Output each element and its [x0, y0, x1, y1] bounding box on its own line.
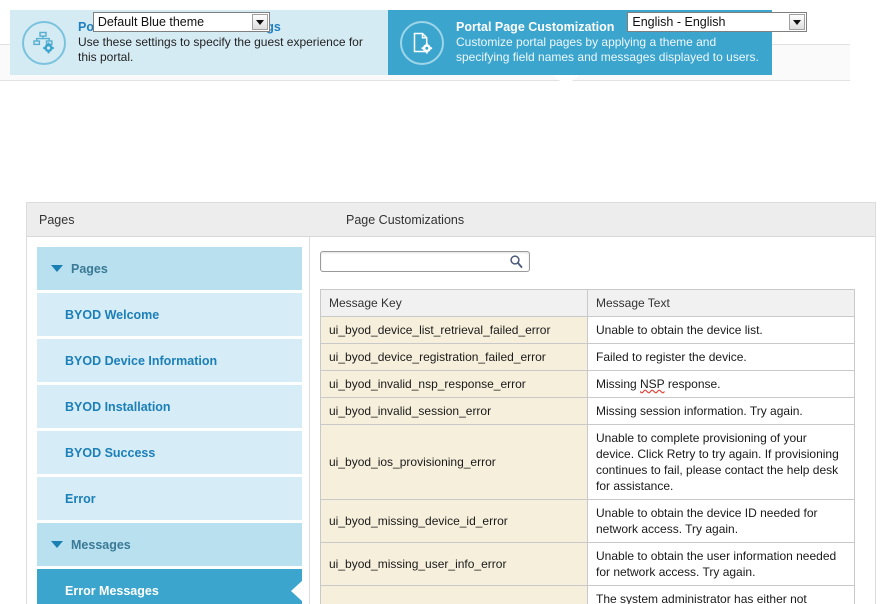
column-header-message-key[interactable]: Message Key	[320, 289, 588, 317]
search-icon[interactable]	[509, 254, 524, 274]
column-header-message-text[interactable]: Message Text	[587, 289, 855, 317]
search-box[interactable]	[320, 251, 530, 272]
active-tab-pointer	[553, 75, 579, 86]
sidebar-item-label: BYOD Welcome	[65, 307, 160, 322]
chevron-down-icon	[51, 541, 63, 548]
cell-message-key[interactable]: ui_byod_ios_provisioning_error	[320, 424, 588, 500]
pages-column-header: Pages	[39, 212, 75, 227]
table-row[interactable]: ui_byod_missing_user_info_error Unable t…	[320, 542, 855, 586]
table-row[interactable]: ui_byod_ios_provisioning_error Unable to…	[320, 424, 855, 500]
selected-item-pointer	[291, 580, 303, 602]
table-row[interactable]: ui_byod_device_registration_failed_error…	[320, 343, 855, 371]
sidebar-item-byod-installation[interactable]: BYOD Installation	[37, 385, 302, 428]
table-row[interactable]: ui_byod_missing_device_id_error Unable t…	[320, 499, 855, 543]
sidebar-item-label: BYOD Device Information	[65, 353, 218, 368]
page-customizations-column-header: Page Customizations	[346, 212, 465, 227]
chevron-down-icon[interactable]	[251, 14, 268, 30]
cell-message-text[interactable]: Missing NSP response.	[587, 370, 855, 398]
portal-page-customization-screen: Portal Behavior and Flow Settings Use th…	[0, 0, 882, 604]
flowchart-gear-icon	[22, 21, 66, 65]
sidebar-item-error-messages[interactable]: Error Messages	[37, 569, 303, 604]
sidebar-item-pages[interactable]: Pages	[37, 247, 302, 290]
table-row[interactable]: ui_byod_invalid_nsp_response_error Missi…	[320, 370, 855, 398]
portal-theme-select[interactable]: Default Blue theme	[92, 12, 270, 32]
document-gear-icon	[400, 21, 444, 65]
tab-description: Customize portal pages by applying a the…	[456, 35, 759, 64]
sidebar-item-messages[interactable]: Messages	[37, 523, 302, 566]
sidebar-item-error[interactable]: Error	[37, 477, 302, 520]
chevron-down-icon[interactable]	[789, 14, 806, 30]
cell-message-text[interactable]: Unable to complete provisioning of your …	[587, 424, 855, 500]
search-input[interactable]	[321, 252, 529, 271]
tab-description: Use these settings to specify the guest …	[78, 35, 363, 64]
sidebar-item-label: Error Messages	[65, 583, 159, 598]
chevron-down-icon	[51, 265, 63, 272]
column-headers: Pages Page Customizations	[27, 203, 875, 237]
table-row[interactable]: ui_byod_no_policy_error The system admin…	[320, 585, 855, 604]
cell-message-key[interactable]: ui_byod_missing_device_id_error	[320, 499, 588, 543]
cell-message-text[interactable]: Unable to obtain the device list.	[587, 316, 855, 344]
sidebar-item-label: BYOD Success	[65, 445, 156, 460]
table-row[interactable]: ui_byod_device_list_retrieval_failed_err…	[320, 316, 855, 344]
view-in-language-value: English - English	[632, 15, 726, 29]
cell-message-key[interactable]: ui_byod_invalid_session_error	[320, 397, 588, 425]
table-header-row: Message Key Message Text	[320, 289, 855, 317]
message-table: Message Key Message Text ui_byod_device_…	[320, 289, 855, 604]
sidebar-item-byod-success[interactable]: BYOD Success	[37, 431, 302, 474]
sidebar-item-label: Pages	[71, 261, 108, 276]
customization-content-area: Pages Page Customizations Pages BYOD Wel…	[26, 202, 876, 604]
cell-message-text[interactable]: Failed to register the device.	[587, 343, 855, 371]
view-in-language-select[interactable]: English - English	[627, 12, 808, 32]
cell-message-key[interactable]: ui_byod_device_registration_failed_error	[320, 343, 588, 371]
cell-message-text[interactable]: The system administrator has either not …	[587, 585, 855, 604]
sidebar-item-byod-welcome[interactable]: BYOD Welcome	[37, 293, 302, 336]
table-row[interactable]: ui_byod_invalid_session_error Missing se…	[320, 397, 855, 425]
cell-message-text[interactable]: Unable to obtain the device ID needed fo…	[587, 499, 855, 543]
sidebar-item-label: BYOD Installation	[65, 399, 171, 414]
cell-message-key[interactable]: ui_byod_invalid_nsp_response_error	[320, 370, 588, 398]
sidebar-item-byod-device-information[interactable]: BYOD Device Information	[37, 339, 302, 382]
portal-theme-value: Default Blue theme	[97, 15, 205, 29]
cell-message-key[interactable]: ui_byod_missing_user_info_error	[320, 542, 588, 586]
sidebar-item-label: Messages	[71, 537, 131, 552]
page-customizations-panel: Message Key Message Text ui_byod_device_…	[310, 237, 875, 604]
pages-tree: Pages BYOD Welcome BYOD Device Informati…	[27, 237, 310, 604]
sidebar-item-label: Error	[65, 491, 96, 506]
cell-message-text[interactable]: Missing session information. Try again.	[587, 397, 855, 425]
cell-message-key[interactable]: ui_byod_no_policy_error	[320, 585, 588, 604]
cell-message-key[interactable]: ui_byod_device_list_retrieval_failed_err…	[320, 316, 588, 344]
cell-message-text[interactable]: Unable to obtain the user information ne…	[587, 542, 855, 586]
